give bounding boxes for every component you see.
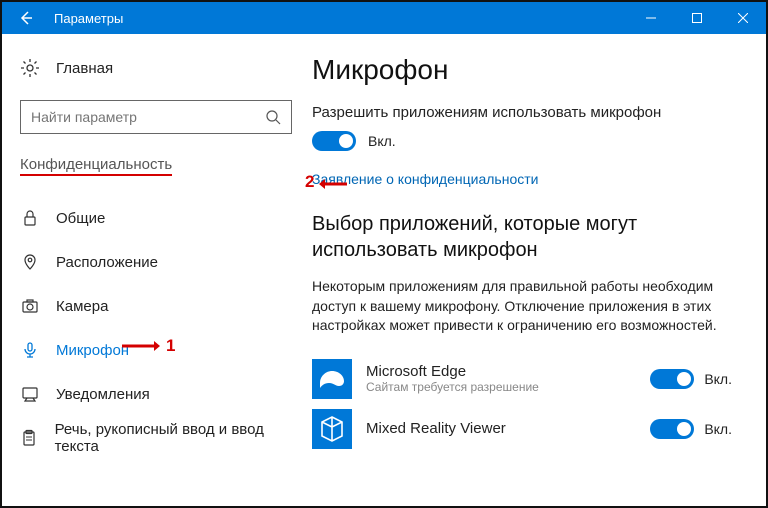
app-info: Mixed Reality Viewer (366, 420, 636, 437)
app-toggle-mrv[interactable] (650, 419, 694, 439)
sidebar-item-location[interactable]: Расположение (20, 240, 294, 284)
app-sub: Сайтам требуется разрешение (366, 380, 636, 394)
sidebar-section-title: Конфиденциальность (20, 156, 172, 176)
sidebar-item-label: Общие (56, 210, 105, 227)
app-name: Microsoft Edge (366, 363, 636, 380)
home-label: Главная (56, 60, 113, 77)
sidebar-item-camera[interactable]: Камера (20, 284, 294, 328)
app-toggle-group: Вкл. (650, 419, 732, 439)
arrow-left-icon (18, 10, 34, 26)
sidebar-item-label: Расположение (56, 254, 158, 271)
minimize-icon (646, 13, 656, 23)
maximize-button[interactable] (674, 2, 720, 34)
microphone-icon (20, 340, 40, 360)
close-button[interactable] (720, 2, 766, 34)
main-panel: Микрофон Разрешить приложениям использов… (312, 34, 766, 506)
allow-apps-toggle-row: Вкл. (312, 131, 738, 151)
window-title: Параметры (50, 11, 628, 26)
titlebar: Параметры (2, 2, 766, 34)
page-title: Микрофон (312, 54, 738, 86)
sidebar-item-label: Камера (56, 298, 108, 315)
clipboard-icon (20, 428, 39, 448)
app-name: Mixed Reality Viewer (366, 420, 636, 437)
sidebar: Главная Конфиденциальность Общие Располо… (2, 34, 312, 506)
apps-section-desc: Некоторым приложениям для правильной раб… (312, 277, 738, 336)
app-row-edge: Microsoft Edge Сайтам требуется разрешен… (312, 354, 738, 404)
apps-section-title: Выбор приложений, которые могут использо… (312, 211, 738, 263)
close-icon (738, 13, 748, 23)
app-toggle-state: Вкл. (704, 371, 732, 387)
camera-icon (20, 296, 40, 316)
app-toggle-state: Вкл. (704, 421, 732, 437)
back-button[interactable] (2, 2, 50, 34)
window-controls (628, 2, 766, 34)
home-link[interactable]: Главная (20, 48, 294, 88)
privacy-statement-link[interactable]: Заявление о конфиденциальности (312, 171, 538, 187)
allow-apps-toggle[interactable] (312, 131, 356, 151)
notifications-icon (20, 384, 40, 404)
content-area: Главная Конфиденциальность Общие Располо… (2, 34, 766, 506)
sidebar-item-microphone[interactable]: Микрофон (20, 328, 294, 372)
sidebar-item-general[interactable]: Общие (20, 196, 294, 240)
search-input[interactable] (31, 109, 265, 125)
app-toggle-group: Вкл. (650, 369, 732, 389)
allow-apps-state: Вкл. (368, 133, 396, 149)
app-info: Microsoft Edge Сайтам требуется разрешен… (366, 363, 636, 394)
search-icon (265, 109, 281, 125)
app-toggle-edge[interactable] (650, 369, 694, 389)
minimize-button[interactable] (628, 2, 674, 34)
nav-list: Общие Расположение Камера Микрофон Уведо… (20, 196, 294, 460)
sidebar-item-notifications[interactable]: Уведомления (20, 372, 294, 416)
cube-icon (312, 409, 352, 449)
sidebar-item-label: Микрофон (56, 342, 129, 359)
gear-icon (20, 58, 40, 78)
sidebar-item-label: Речь, рукописный ввод и ввод текста (55, 421, 294, 455)
sidebar-item-label: Уведомления (56, 386, 150, 403)
edge-icon (312, 359, 352, 399)
sidebar-item-speech[interactable]: Речь, рукописный ввод и ввод текста (20, 416, 294, 460)
search-box[interactable] (20, 100, 292, 134)
maximize-icon (692, 13, 702, 23)
allow-apps-label: Разрешить приложениям использовать микро… (312, 104, 738, 121)
app-row-mrv: Mixed Reality Viewer Вкл. (312, 404, 738, 454)
lock-icon (20, 208, 40, 228)
location-icon (20, 252, 40, 272)
